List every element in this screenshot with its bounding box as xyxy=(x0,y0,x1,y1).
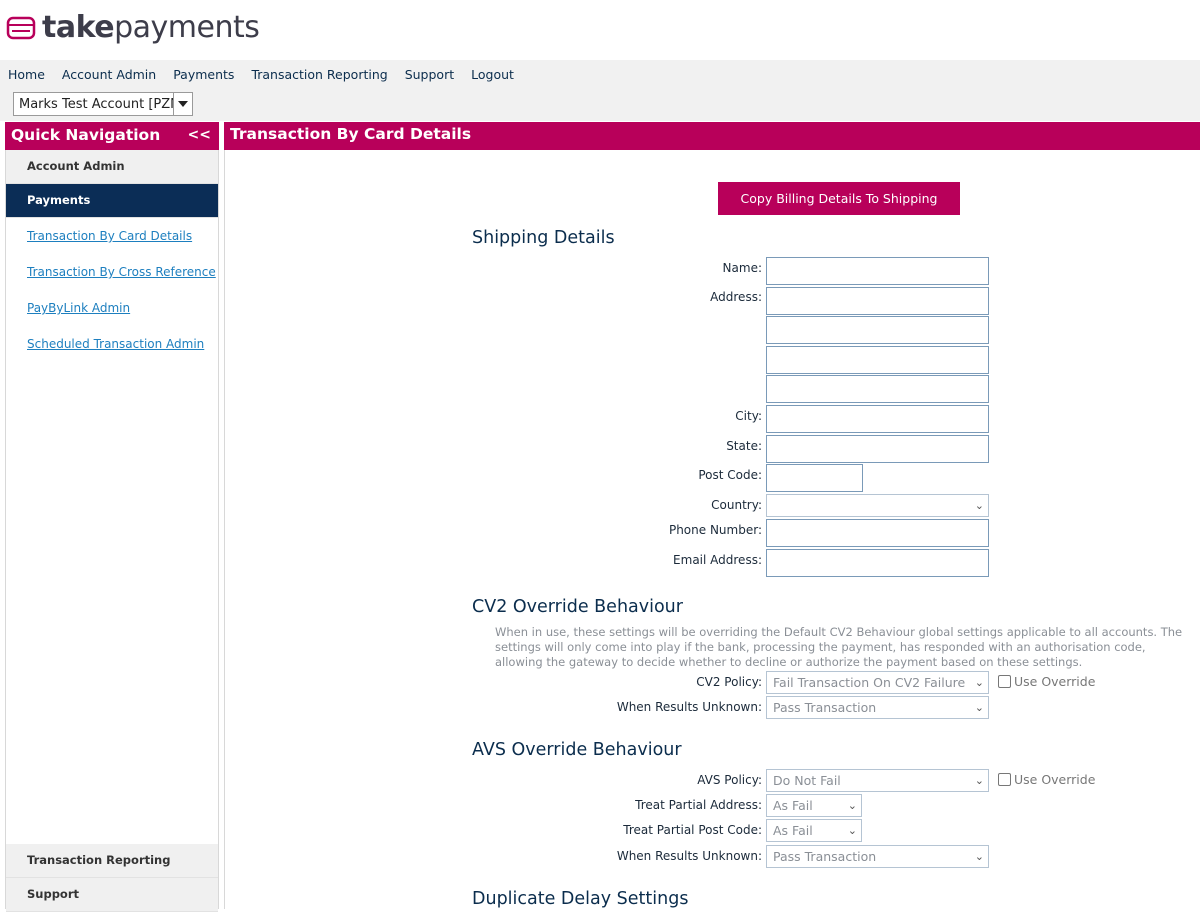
account-select-value: Marks Test Account [PZN xyxy=(19,96,174,112)
avs-use-override-label: Use Override xyxy=(1014,772,1096,787)
chevron-down-icon: ⌄ xyxy=(974,676,984,689)
address-line-4-input[interactable] xyxy=(766,375,989,403)
avs-override-title: AVS Override Behaviour xyxy=(472,740,682,760)
address-line-2-input[interactable] xyxy=(766,316,989,344)
page-title: Transaction By Card Details xyxy=(224,122,1200,150)
shipping-details-title: Shipping Details xyxy=(472,228,615,248)
sidebar-link-scheduled-transaction-admin[interactable]: Scheduled Transaction Admin xyxy=(6,326,218,362)
menu-payments[interactable]: Payments xyxy=(173,67,234,82)
nav-bar: Home Account Admin Payments Transaction … xyxy=(0,60,1200,121)
cv2-use-override-checkbox[interactable]: Use Override xyxy=(998,674,1095,689)
chevron-down-icon: ⌄ xyxy=(847,799,857,812)
quick-navigation-header: Quick Navigation << xyxy=(5,122,219,150)
cv2-policy-label: CV2 Policy: xyxy=(696,675,762,689)
name-input[interactable] xyxy=(766,257,989,285)
copy-billing-to-shipping-button[interactable]: Copy Billing Details To Shipping xyxy=(718,182,960,215)
state-label: State: xyxy=(726,439,762,453)
avs-unknown-select[interactable]: Pass Transaction ⌄ xyxy=(766,845,989,868)
caret-down-icon xyxy=(173,93,192,115)
country-label: Country: xyxy=(711,498,762,512)
menu-home[interactable]: Home xyxy=(8,67,45,82)
chevron-down-icon: ⌄ xyxy=(974,774,984,787)
avs-policy-label: AVS Policy: xyxy=(697,773,762,787)
post-code-label: Post Code: xyxy=(698,468,762,482)
main-menu: Home Account Admin Payments Transaction … xyxy=(8,67,531,82)
email-address-input[interactable] xyxy=(766,549,989,577)
avs-partial-post-code-value: As Fail xyxy=(773,823,813,838)
cv2-policy-select[interactable]: Fail Transaction On CV2 Failure ⌄ xyxy=(766,671,989,694)
collapse-sidebar-button[interactable]: << xyxy=(188,122,211,148)
avs-use-override-checkbox[interactable]: Use Override xyxy=(998,772,1095,787)
avs-policy-value: Do Not Fail xyxy=(773,773,841,788)
main-content: Copy Billing Details To Shipping Shippin… xyxy=(224,150,1200,909)
menu-logout[interactable]: Logout xyxy=(471,67,514,82)
sidebar-link-paybylink-admin[interactable]: PayByLink Admin xyxy=(6,290,218,326)
logo-bar: takepayments xyxy=(0,0,1200,60)
sidebar-link-transaction-by-card-details[interactable]: Transaction By Card Details xyxy=(6,218,218,254)
post-code-input[interactable] xyxy=(766,464,863,492)
avs-partial-post-code-select[interactable]: As Fail ⌄ xyxy=(766,819,862,842)
chevron-down-icon: ⌄ xyxy=(974,850,984,863)
cv2-unknown-select[interactable]: Pass Transaction ⌄ xyxy=(766,696,989,719)
cv2-unknown-label: When Results Unknown: xyxy=(616,700,762,714)
sidebar-section-transaction-reporting[interactable]: Transaction Reporting xyxy=(6,844,218,878)
quick-navigation-title: Quick Navigation xyxy=(11,126,161,144)
country-select[interactable]: ⌄ xyxy=(766,494,989,517)
menu-transaction-reporting[interactable]: Transaction Reporting xyxy=(251,67,387,82)
cv2-policy-value: Fail Transaction On CV2 Failure xyxy=(773,675,966,690)
sidebar-link-transaction-by-cross-reference[interactable]: Transaction By Cross Reference xyxy=(6,254,218,290)
sidebar: Account Admin Payments Transaction By Ca… xyxy=(5,150,219,912)
phone-number-input[interactable] xyxy=(766,519,989,547)
sidebar-bottom-sections: Transaction Reporting Support xyxy=(6,844,218,912)
avs-partial-address-value: As Fail xyxy=(773,798,813,813)
duplicate-delay-title: Duplicate Delay Settings xyxy=(472,889,689,909)
cv2-description: When in use, these settings will be over… xyxy=(495,625,1183,669)
card-logo-icon xyxy=(6,14,36,42)
city-input[interactable] xyxy=(766,405,989,433)
address-line-1-input[interactable] xyxy=(766,287,989,315)
address-label: Address: xyxy=(710,290,762,304)
logo-text: takepayments xyxy=(42,10,260,45)
avs-partial-post-code-label: Treat Partial Post Code: xyxy=(623,823,762,837)
avs-partial-address-select[interactable]: As Fail ⌄ xyxy=(766,794,862,817)
email-address-label: Email Address: xyxy=(673,553,762,567)
avs-partial-address-label: Treat Partial Address: xyxy=(635,798,762,812)
checkbox-icon xyxy=(998,773,1011,786)
sidebar-section-support[interactable]: Support xyxy=(6,878,218,912)
checkbox-icon xyxy=(998,675,1011,688)
sidebar-section-payments[interactable]: Payments xyxy=(6,184,218,218)
chevron-down-icon: ⌄ xyxy=(974,701,984,714)
name-label: Name: xyxy=(722,261,762,275)
avs-unknown-label: When Results Unknown: xyxy=(616,849,762,863)
avs-unknown-value: Pass Transaction xyxy=(773,849,877,864)
avs-policy-select[interactable]: Do Not Fail ⌄ xyxy=(766,769,989,792)
menu-account-admin[interactable]: Account Admin xyxy=(62,67,156,82)
sidebar-section-account-admin[interactable]: Account Admin xyxy=(6,150,218,184)
takepayments-logo[interactable]: takepayments xyxy=(6,10,260,45)
account-select[interactable]: Marks Test Account [PZN xyxy=(13,92,193,116)
state-input[interactable] xyxy=(766,435,989,463)
cv2-unknown-value: Pass Transaction xyxy=(773,700,877,715)
cv2-use-override-label: Use Override xyxy=(1014,674,1096,689)
city-label: City: xyxy=(735,409,762,423)
chevron-down-icon: ⌄ xyxy=(847,824,857,837)
address-line-3-input[interactable] xyxy=(766,346,989,374)
cv2-override-title: CV2 Override Behaviour xyxy=(472,597,683,617)
menu-support[interactable]: Support xyxy=(405,67,454,82)
chevron-down-icon: ⌄ xyxy=(974,499,984,512)
phone-number-label: Phone Number: xyxy=(668,523,762,537)
